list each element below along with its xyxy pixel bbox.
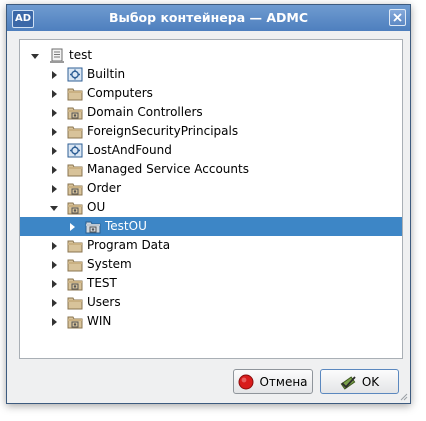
folder-icon: [67, 259, 83, 272]
tree-item-label: Users: [87, 295, 121, 309]
ok-button[interactable]: OK: [320, 369, 399, 394]
tree-item-label: Program Data: [87, 238, 171, 252]
tree-item-label: Order: [87, 181, 122, 195]
chevron-right-icon[interactable]: [67, 217, 77, 236]
chevron-right-icon[interactable]: [49, 274, 59, 293]
tree-item-label: WIN: [87, 314, 112, 328]
tree-item-label: TEST: [87, 276, 117, 290]
close-button[interactable]: [389, 9, 406, 26]
chevron-right-icon[interactable]: [49, 122, 59, 141]
tree-item-label: LostAndFound: [87, 143, 172, 157]
ok-check-icon: [340, 375, 356, 390]
tree-item[interactable]: Program Data: [20, 236, 402, 255]
chevron-down-icon[interactable]: [30, 46, 40, 65]
tree-item[interactable]: Managed Service Accounts: [20, 160, 402, 179]
tree-item[interactable]: Computers: [20, 84, 402, 103]
cancel-button[interactable]: Отмена: [233, 369, 313, 394]
tree-item-label: TestOU: [105, 219, 147, 233]
ou-folder-icon: [67, 316, 83, 329]
container-tree[interactable]: test Builtin Computers Domain Controllers F…: [19, 39, 403, 359]
tree-item[interactable]: Users: [20, 293, 402, 312]
tree-item[interactable]: OU: [20, 198, 402, 217]
tree-item-label: OU: [87, 200, 106, 214]
cancel-button-label: Отмена: [259, 374, 308, 389]
tree-root-label: test: [69, 48, 93, 62]
chevron-right-icon[interactable]: [49, 312, 59, 331]
tree-item-label: Managed Service Accounts: [87, 162, 249, 176]
builtin-container-icon: [67, 143, 83, 158]
tree-item-label: ForeignSecurityPrincipals: [87, 124, 239, 138]
tree-item[interactable]: TEST: [20, 274, 402, 293]
tree-item[interactable]: LostAndFound: [20, 141, 402, 160]
ou-folder-icon: [85, 221, 101, 234]
ou-folder-icon: [67, 278, 83, 291]
tree-item-label: Domain Controllers: [87, 105, 203, 119]
tree-root[interactable]: test: [20, 46, 402, 65]
tree-item[interactable]: Order: [20, 179, 402, 198]
tree-item[interactable]: Builtin: [20, 65, 402, 84]
window-title: Выбор контейнера — ADMC: [109, 10, 308, 25]
ou-folder-icon: [67, 107, 83, 120]
admc-app-icon: AD: [12, 10, 34, 28]
chevron-right-icon[interactable]: [49, 160, 59, 179]
folder-icon: [67, 297, 83, 310]
ou-folder-icon: [67, 183, 83, 196]
folder-icon: [67, 240, 83, 253]
folder-icon: [67, 88, 83, 101]
chevron-right-icon[interactable]: [49, 84, 59, 103]
ok-button-label: OK: [361, 374, 380, 389]
builtin-container-icon: [67, 67, 83, 82]
tree-item[interactable]: TestOU: [20, 217, 402, 236]
title-bar[interactable]: AD Выбор контейнера — ADMC: [7, 5, 410, 31]
tree-item[interactable]: Domain Controllers: [20, 103, 402, 122]
chevron-right-icon[interactable]: [49, 236, 59, 255]
container-picker-dialog: AD Выбор контейнера — ADMC test Builtin C…: [6, 4, 411, 404]
chevron-right-icon[interactable]: [49, 293, 59, 312]
chevron-right-icon[interactable]: [49, 65, 59, 84]
folder-icon: [67, 126, 83, 139]
tree-item-label: Computers: [87, 86, 153, 100]
chevron-right-icon[interactable]: [49, 179, 59, 198]
chevron-right-icon[interactable]: [49, 103, 59, 122]
dialog-buttons: Отмена OK: [7, 369, 410, 395]
resize-grip-icon[interactable]: [398, 391, 408, 401]
chevron-down-icon[interactable]: [49, 198, 59, 217]
chevron-right-icon[interactable]: [49, 255, 59, 274]
folder-icon: [67, 164, 83, 177]
tree-item[interactable]: WIN: [20, 312, 402, 331]
ou-folder-icon: [67, 202, 83, 215]
tree-item[interactable]: ForeignSecurityPrincipals: [20, 122, 402, 141]
close-icon: [393, 13, 402, 22]
tree-item-label: Builtin: [87, 67, 126, 81]
tree-item[interactable]: System: [20, 255, 402, 274]
cancel-icon: [238, 374, 254, 389]
domain-server-icon: [50, 48, 64, 63]
tree-item-label: System: [87, 257, 132, 271]
chevron-right-icon[interactable]: [49, 141, 59, 160]
